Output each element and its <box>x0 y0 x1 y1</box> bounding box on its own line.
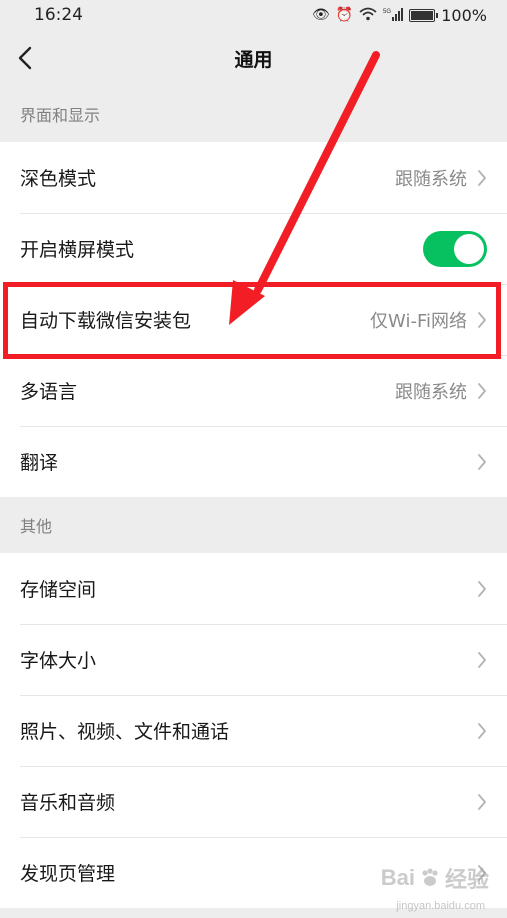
setting-row-music[interactable]: 音乐和音频 <box>0 766 507 837</box>
chevron-right-icon <box>478 651 486 668</box>
battery-percent: 100% <box>441 5 487 25</box>
page-title: 通用 <box>234 48 273 71</box>
status-time: 16:24 <box>34 5 83 25</box>
settings-group-display: 深色模式 跟随系统 开启横屏模式 自动下载微信安装包 仅Wi-Fi网络 多语言 … <box>0 142 507 497</box>
settings-group-other: 存储空间 字体大小 照片、视频、文件和通话 音乐和音频 发现页管理 <box>0 553 507 908</box>
setting-label: 多语言 <box>20 381 78 403</box>
landscape-toggle[interactable] <box>423 230 487 267</box>
nav-bar: 通用 <box>0 30 507 86</box>
chevron-right-icon <box>478 382 486 399</box>
svg-text:5G: 5G <box>383 9 391 15</box>
setting-right: 仅Wi-Fi网络 <box>370 284 487 355</box>
setting-row-auto-download[interactable]: 自动下载微信安装包 仅Wi-Fi网络 <box>0 284 507 355</box>
setting-label: 音乐和音频 <box>20 792 116 814</box>
setting-right <box>477 766 487 837</box>
alarm-icon: ⏰ <box>335 7 354 23</box>
chevron-right-icon <box>478 453 486 470</box>
setting-right <box>477 695 487 766</box>
watermark-url: jingyan.baidu.com <box>396 900 485 912</box>
setting-right <box>477 426 487 497</box>
setting-label: 存储空间 <box>20 579 97 601</box>
setting-row-translate[interactable]: 翻译 <box>0 426 507 497</box>
wifi-icon <box>359 7 377 24</box>
setting-row-storage[interactable]: 存储空间 <box>0 553 507 624</box>
chevron-right-icon <box>478 722 486 739</box>
chevron-right-icon <box>478 793 486 810</box>
setting-label: 翻译 <box>20 452 59 474</box>
chevron-right-icon <box>478 311 486 328</box>
chevron-left-icon[interactable] <box>14 42 42 74</box>
watermark-brand: Bai <box>380 865 415 890</box>
chevron-right-icon <box>478 580 486 597</box>
setting-label: 字体大小 <box>20 650 97 672</box>
setting-right <box>423 213 487 284</box>
setting-row-dark-mode[interactable]: 深色模式 跟随系统 <box>0 142 507 213</box>
setting-label: 自动下载微信安装包 <box>20 310 192 332</box>
setting-row-landscape-mode: 开启横屏模式 <box>0 213 507 284</box>
setting-right: 跟随系统 <box>395 355 487 426</box>
setting-row-font-size[interactable]: 字体大小 <box>0 624 507 695</box>
section-header-display: 界面和显示 <box>20 106 101 125</box>
status-icons: 👁 ⏰ 5G 100% <box>312 6 487 25</box>
watermark-suffix: 经验 <box>444 867 489 892</box>
setting-right: 跟随系统 <box>395 142 487 213</box>
5g-signal-icon: 5G <box>383 7 404 24</box>
chevron-right-icon <box>478 169 486 186</box>
setting-right <box>477 553 487 624</box>
battery-icon <box>409 8 439 22</box>
setting-value: 跟随系统 <box>395 168 467 190</box>
setting-label: 发现页管理 <box>20 863 116 885</box>
setting-label: 开启横屏模式 <box>20 239 135 261</box>
setting-label: 深色模式 <box>20 168 97 190</box>
section-header-other: 其他 <box>20 517 53 536</box>
status-bar: 16:24 👁 ⏰ 5G 100% <box>0 0 507 30</box>
setting-right <box>477 624 487 695</box>
setting-label: 照片、视频、文件和通话 <box>20 721 230 743</box>
setting-value: 跟随系统 <box>395 381 467 403</box>
setting-value: 仅Wi-Fi网络 <box>370 310 467 332</box>
paw-icon <box>422 868 438 886</box>
watermark-logo: Bai 经验 <box>381 862 489 894</box>
setting-row-media[interactable]: 照片、视频、文件和通话 <box>0 695 507 766</box>
toggle-knob <box>454 233 484 264</box>
setting-row-language[interactable]: 多语言 跟随系统 <box>0 355 507 426</box>
eye-icon: 👁 <box>312 7 330 23</box>
